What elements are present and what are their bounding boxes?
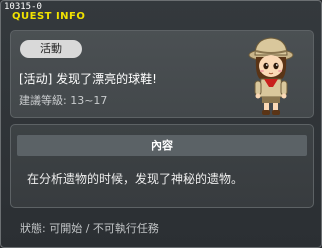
- quest-title: [活动] 发现了漂亮的球鞋!: [19, 72, 157, 86]
- explorer-girl-npc-icon: [248, 37, 294, 115]
- quest-category-badge: 活動: [20, 40, 82, 58]
- content-header: 內容: [17, 135, 307, 156]
- quest-content-panel: 內容 在分析遗物的时候，发现了神秘的遗物。: [10, 124, 314, 208]
- recommended-level: 建議等級: 13~17: [19, 94, 108, 107]
- quest-summary-panel: 活動 [活动] 发现了漂亮的球鞋! 建議等級: 13~17: [10, 30, 314, 118]
- window-title: QUEST INFO: [12, 11, 86, 22]
- quest-description: 在分析遗物的时候，发现了神秘的遗物。: [27, 172, 244, 186]
- quest-info-window: 10315-0 QUEST INFO 活動 [活动] 发现了漂亮的球鞋! 建議等…: [0, 0, 322, 248]
- quest-status: 狀態: 可開始 / 不可執行任務: [20, 222, 159, 235]
